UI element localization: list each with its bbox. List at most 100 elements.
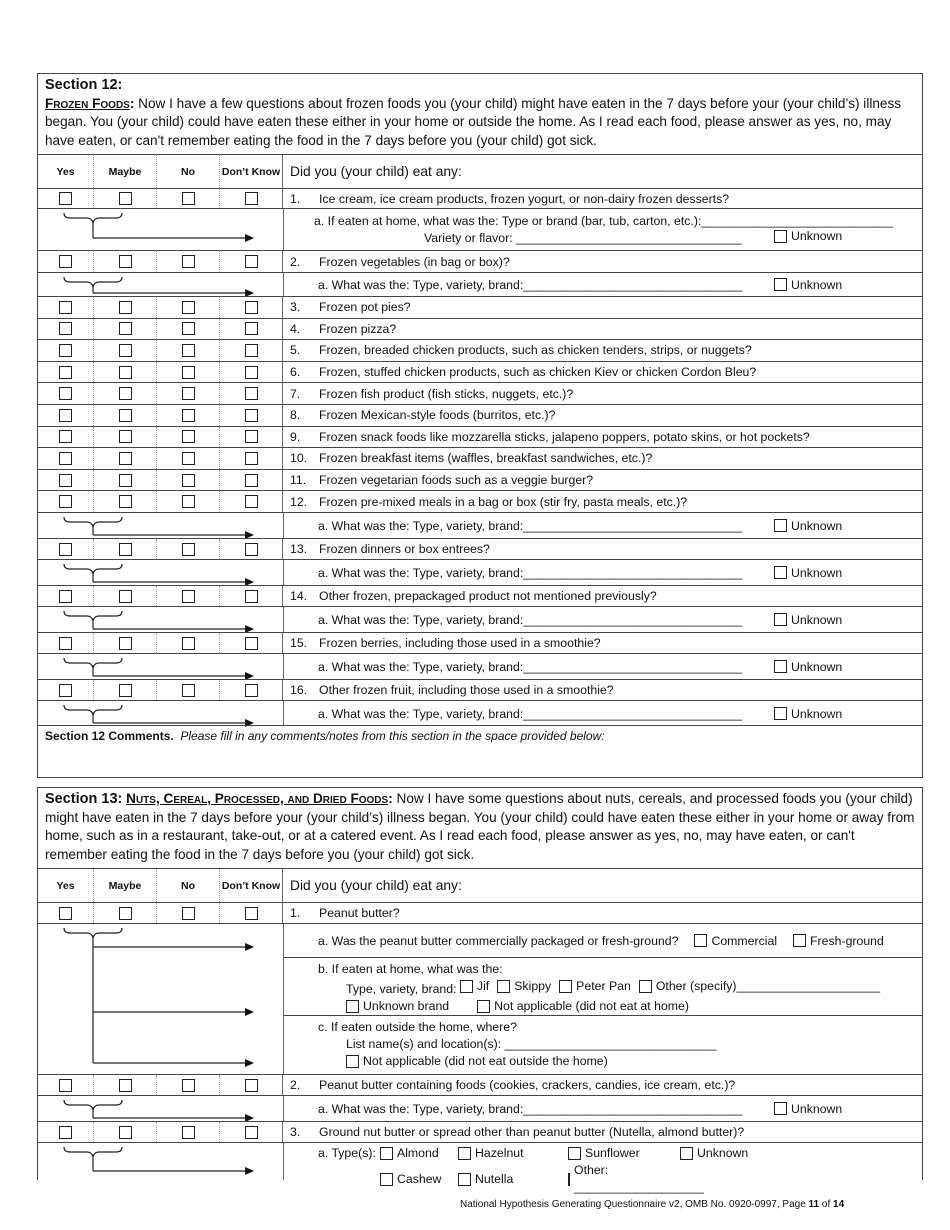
answer-checkbox-dontknow[interactable] [244,495,258,509]
brand-checkbox[interactable] [638,980,652,993]
answer-checkbox-no[interactable] [181,300,195,314]
answer-checkbox-dontknow[interactable] [244,365,258,379]
answer-checkbox-yes[interactable] [59,322,72,336]
na-option[interactable]: Not applicable (did not eat outside the … [346,1053,608,1070]
follow-up-text[interactable]: a. If eaten at home, what was the: Type … [284,213,922,230]
follow-up-text[interactable]: a. What was the: Type, variety, brand:__… [284,566,742,580]
type-option[interactable]: Nutella [458,1162,568,1196]
answer-checkbox-no[interactable] [181,495,195,509]
type-checkbox[interactable] [568,1172,570,1186]
na-checkbox[interactable] [346,1055,359,1068]
answer-checkbox-no[interactable] [181,683,195,697]
answer-checkbox-no[interactable] [181,451,195,465]
answer-checkbox-maybe[interactable] [118,589,132,603]
follow-up-text[interactable]: a. What was the: Type, variety, brand:__… [284,278,742,292]
brand-checkbox[interactable] [477,1000,491,1013]
answer-checkbox-maybe[interactable] [118,473,132,487]
type-checkbox[interactable] [458,1172,471,1186]
answer-checkbox-dontknow[interactable] [244,192,258,205]
unknown-option[interactable]: Unknown [774,613,842,627]
answer-checkbox-yes[interactable] [59,408,72,422]
answer-checkbox-dontknow[interactable] [244,589,258,603]
answer-checkbox-yes[interactable] [59,255,72,268]
type-checkbox[interactable] [568,1147,581,1160]
type-checkbox[interactable] [458,1147,471,1160]
answer-checkbox-yes[interactable] [59,1125,72,1139]
answer-checkbox-yes[interactable] [59,300,72,314]
unknown-checkbox[interactable] [774,566,787,579]
brand-option[interactable]: Jif [459,978,489,995]
option[interactable]: Commercial [694,934,777,948]
unknown-checkbox[interactable] [774,707,787,720]
answer-checkbox-no[interactable] [181,1078,195,1092]
answer-checkbox-maybe[interactable] [118,430,132,444]
brand-checkbox[interactable] [459,980,473,993]
answer-checkbox-maybe[interactable] [118,365,132,379]
answer-checkbox-dontknow[interactable] [244,683,258,697]
answer-checkbox-maybe[interactable] [118,387,132,401]
answer-checkbox-no[interactable] [181,365,195,379]
answer-checkbox-maybe[interactable] [118,542,132,556]
type-option[interactable]: Hazelnut [458,1145,568,1162]
answer-checkbox-yes[interactable] [59,473,72,487]
answer-checkbox-no[interactable] [181,906,195,920]
section-12-comments[interactable]: Section 12 Comments. Please fill in any … [38,725,922,778]
answer-checkbox-dontknow[interactable] [244,473,258,487]
answer-checkbox-yes[interactable] [59,589,72,603]
answer-checkbox-no[interactable] [181,387,195,401]
option-checkbox[interactable] [694,934,708,947]
answer-checkbox-no[interactable] [181,322,195,336]
answer-checkbox-maybe[interactable] [118,636,132,650]
brand-option[interactable]: Other (specify)_____________________ [638,978,880,995]
type-checkbox[interactable] [380,1147,393,1160]
answer-checkbox-no[interactable] [181,1125,195,1139]
answer-checkbox-yes[interactable] [59,495,72,509]
follow-up-text[interactable]: a. What was the: Type, variety, brand:__… [284,660,742,674]
unknown-checkbox[interactable] [774,278,787,291]
answer-checkbox-maybe[interactable] [118,255,132,268]
answer-checkbox-no[interactable] [181,255,195,268]
answer-checkbox-dontknow[interactable] [244,255,258,268]
answer-checkbox-maybe[interactable] [118,192,132,205]
answer-checkbox-no[interactable] [181,192,195,205]
type-checkbox[interactable] [680,1147,693,1160]
option[interactable]: Fresh-ground [793,934,884,948]
answer-checkbox-yes[interactable] [59,542,72,556]
answer-checkbox-yes[interactable] [59,387,72,401]
answer-checkbox-dontknow[interactable] [244,430,258,444]
answer-checkbox-dontknow[interactable] [244,1078,258,1092]
follow-up-text[interactable]: a. What was the: Type, variety, brand:__… [284,1102,742,1116]
unknown-option[interactable]: Unknown [774,660,842,674]
brand-option[interactable]: Peter Pan [559,978,631,995]
type-checkbox[interactable] [380,1172,393,1186]
answer-checkbox-dontknow[interactable] [244,1125,258,1139]
answer-checkbox-maybe[interactable] [118,495,132,509]
unknown-checkbox[interactable] [774,519,787,532]
follow-up-text[interactable]: a. What was the: Type, variety, brand:__… [284,613,742,627]
answer-checkbox-yes[interactable] [59,192,72,205]
type-option[interactable]: Cashew [380,1162,458,1196]
answer-checkbox-dontknow[interactable] [244,906,258,920]
unknown-option[interactable]: Unknown [774,278,842,292]
brand-option[interactable]: Not applicable (did not eat at home) [477,998,689,1015]
brand-checkbox[interactable] [497,980,511,993]
answer-checkbox-yes[interactable] [59,430,72,444]
answer-checkbox-yes[interactable] [59,906,72,920]
answer-checkbox-yes[interactable] [59,683,72,697]
unknown-option[interactable]: Unknown [774,566,842,580]
type-option[interactable]: Almond [380,1145,458,1162]
brand-option[interactable]: Skippy [497,978,551,995]
brand-option[interactable]: Unknown brand [346,998,449,1015]
answer-checkbox-maybe[interactable] [118,408,132,422]
unknown-option[interactable]: Unknown [774,707,842,721]
answer-checkbox-maybe[interactable] [118,451,132,465]
unknown-option[interactable]: Unknown [774,1102,842,1116]
unknown-checkbox[interactable] [774,660,787,673]
answer-checkbox-dontknow[interactable] [244,387,258,401]
answer-checkbox-yes[interactable] [59,343,72,357]
answer-checkbox-maybe[interactable] [118,683,132,697]
answer-checkbox-no[interactable] [181,589,195,603]
answer-checkbox-maybe[interactable] [118,300,132,314]
type-option[interactable]: Sunflower [568,1145,680,1162]
answer-checkbox-maybe[interactable] [118,322,132,336]
